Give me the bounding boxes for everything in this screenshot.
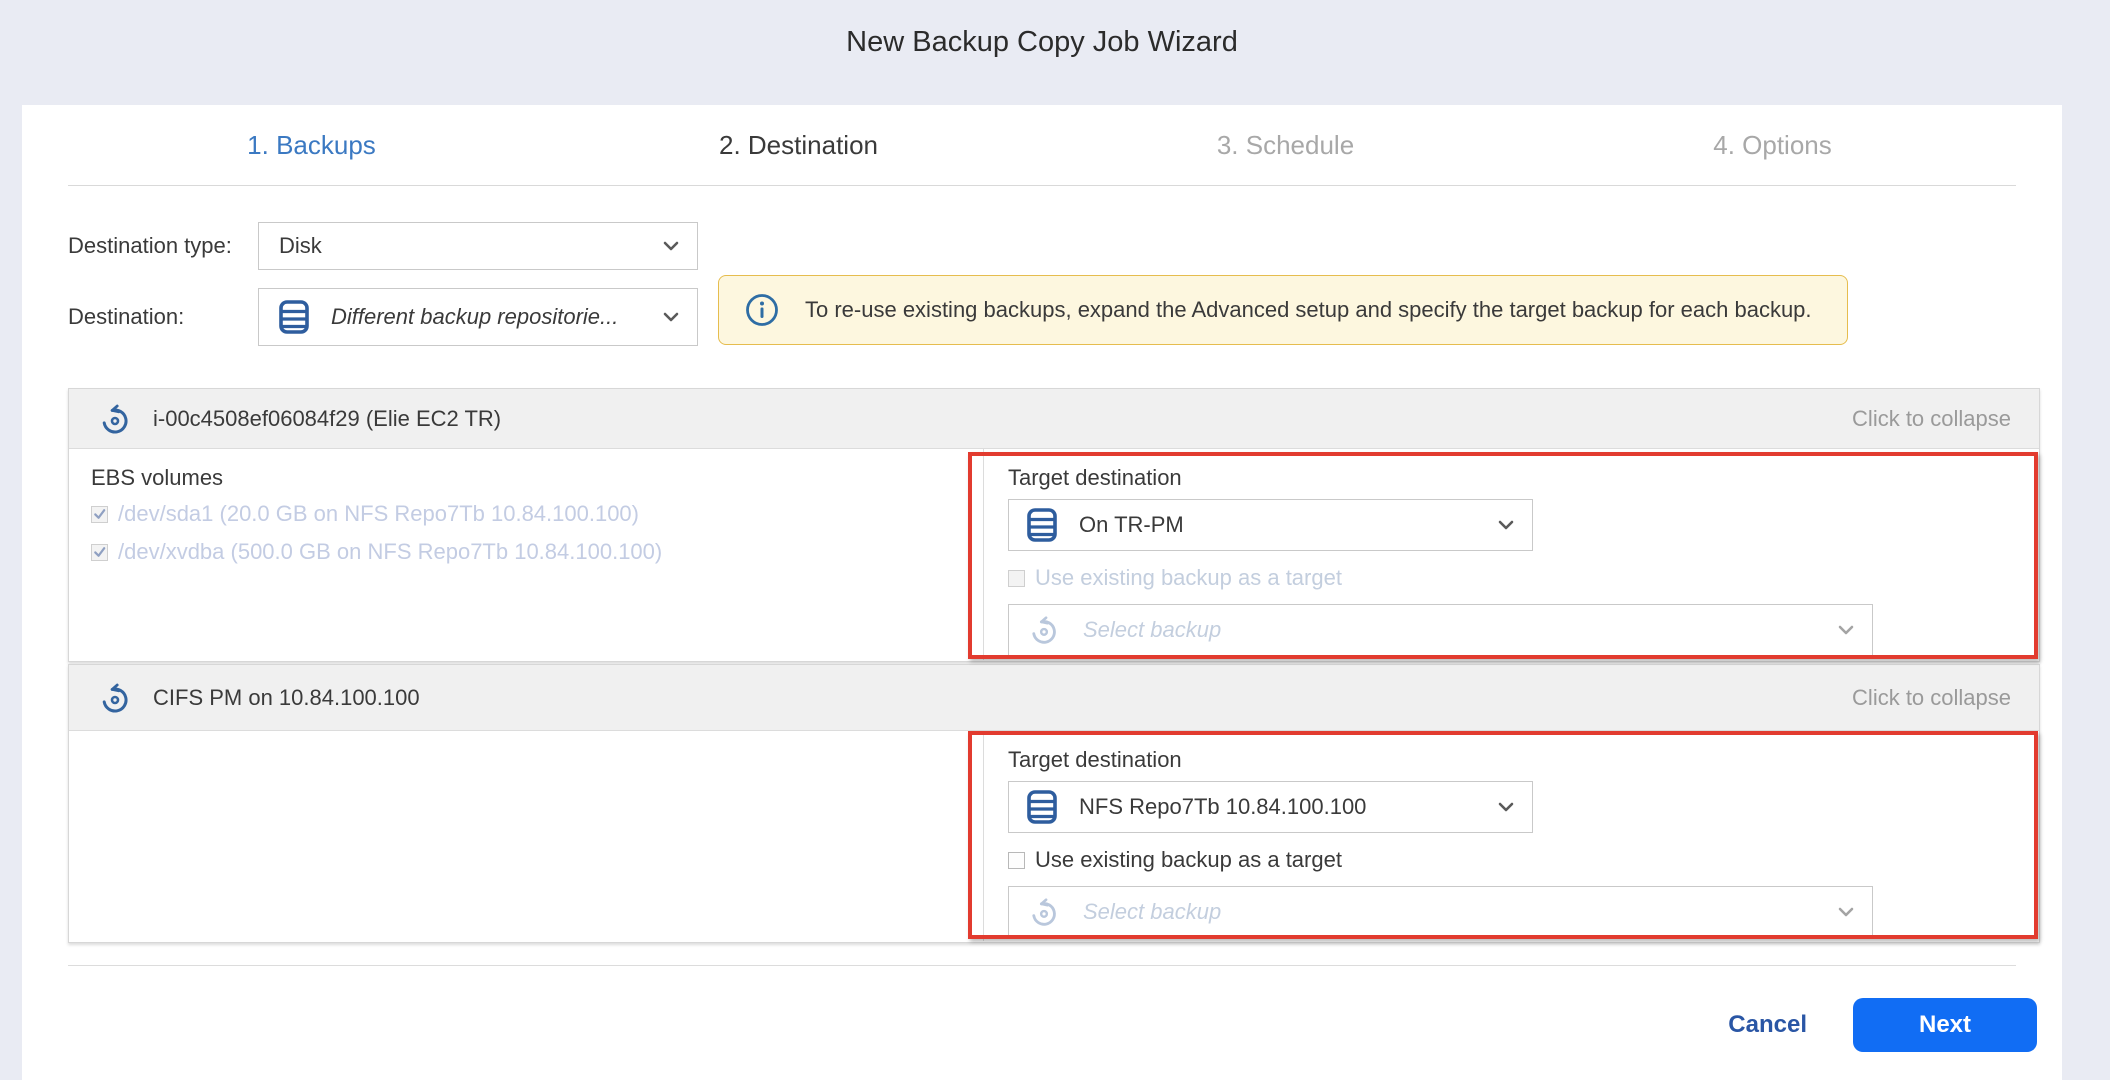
destination-select[interactable]: Different backup repositorie... — [258, 288, 698, 346]
select-backup-placeholder: Select backup — [1083, 899, 1221, 925]
volume-label: /dev/xvdba (500.0 GB on NFS Repo7Tb 10.8… — [118, 539, 662, 565]
backup-section-cifs: CIFS PM on 10.84.100.100 Click to collap… — [68, 664, 2040, 943]
backup-job-icon — [97, 680, 133, 716]
target-destination-label: Target destination — [1008, 465, 2039, 491]
target-destination-label: Target destination — [1008, 747, 2039, 773]
footer-divider — [68, 965, 2016, 966]
volume-checkbox-checked — [91, 506, 108, 523]
target-destination-value: On TR-PM — [1079, 512, 1184, 538]
backup-job-icon — [97, 401, 133, 437]
collapse-hint: Click to collapse — [1852, 685, 2011, 711]
next-button[interactable]: Next — [1853, 998, 2037, 1052]
chevron-down-icon — [1498, 520, 1514, 530]
target-destination-value: NFS Repo7Tb 10.84.100.100 — [1079, 794, 1366, 820]
destination-type-select[interactable]: Disk — [258, 222, 698, 270]
disk-stack-icon — [1027, 790, 1057, 824]
use-existing-checkbox — [1008, 570, 1025, 587]
volume-row: /dev/xvdba (500.0 GB on NFS Repo7Tb 10.8… — [91, 539, 961, 565]
chevron-down-icon — [1838, 625, 1854, 635]
volumes-title: EBS volumes — [91, 465, 961, 491]
footer-actions: Cancel Next — [1728, 998, 2037, 1052]
backup-job-icon — [1027, 895, 1061, 929]
cancel-button[interactable]: Cancel — [1728, 1011, 1807, 1039]
section-title: i-00c4508ef06084f29 (Elie EC2 TR) — [153, 406, 501, 432]
chevron-down-icon — [1838, 907, 1854, 917]
use-existing-backup-row: Use existing backup as a target — [1008, 565, 2039, 591]
destination-label: Destination: — [68, 304, 258, 330]
info-banner: To re-use existing backups, expand the A… — [718, 275, 1848, 345]
volume-row: /dev/sda1 (20.0 GB on NFS Repo7Tb 10.84.… — [91, 501, 961, 527]
use-existing-checkbox[interactable] — [1008, 852, 1025, 869]
backup-section-ec2: i-00c4508ef06084f29 (Elie EC2 TR) Click … — [68, 388, 2040, 662]
volume-checkbox-checked — [91, 544, 108, 561]
use-existing-backup-row: Use existing backup as a target — [1008, 847, 2039, 873]
destination-type-label: Destination type: — [68, 233, 258, 259]
section-header-cifs[interactable]: CIFS PM on 10.84.100.100 Click to collap… — [69, 665, 2039, 731]
select-backup-dropdown: Select backup — [1008, 886, 1873, 938]
use-existing-label: Use existing backup as a target — [1035, 565, 1342, 591]
chevron-down-icon — [1498, 802, 1514, 812]
step-backups[interactable]: 1. Backups — [68, 130, 555, 161]
target-destination-panel: Target destination On TR-PM Use existing… — [984, 449, 2039, 660]
section-header-ec2[interactable]: i-00c4508ef06084f29 (Elie EC2 TR) Click … — [69, 389, 2039, 449]
info-banner-text: To re-use existing backups, expand the A… — [805, 297, 1812, 323]
destination-type-value: Disk — [279, 233, 322, 259]
select-backup-placeholder: Select backup — [1083, 617, 1221, 643]
disk-stack-icon — [279, 300, 309, 334]
info-icon — [745, 293, 779, 327]
section-title: CIFS PM on 10.84.100.100 — [153, 685, 420, 711]
chevron-down-icon — [663, 241, 679, 251]
disk-stack-icon — [1027, 508, 1057, 542]
chevron-down-icon — [663, 312, 679, 322]
step-schedule: 3. Schedule — [1042, 130, 1529, 161]
volume-label: /dev/sda1 (20.0 GB on NFS Repo7Tb 10.84.… — [118, 501, 639, 527]
target-destination-select[interactable]: NFS Repo7Tb 10.84.100.100 — [1008, 781, 1533, 833]
step-options: 4. Options — [1529, 130, 2016, 161]
collapse-hint: Click to collapse — [1852, 406, 2011, 432]
empty-panel — [69, 731, 984, 941]
target-destination-panel: Target destination NFS Repo7Tb 10.84.100… — [984, 731, 2039, 941]
target-destination-select[interactable]: On TR-PM — [1008, 499, 1533, 551]
wizard-steps: 1. Backups 2. Destination 3. Schedule 4.… — [68, 105, 2016, 186]
select-backup-dropdown: Select backup — [1008, 604, 1873, 656]
wizard-panel: 1. Backups 2. Destination 3. Schedule 4.… — [22, 105, 2062, 1080]
step-destination: 2. Destination — [555, 130, 1042, 161]
backup-job-icon — [1027, 613, 1061, 647]
volumes-panel: EBS volumes /dev/sda1 (20.0 GB on NFS Re… — [69, 449, 984, 660]
destination-value: Different backup repositorie... — [331, 304, 618, 330]
use-existing-label: Use existing backup as a target — [1035, 847, 1342, 873]
page-title: New Backup Copy Job Wizard — [22, 26, 2062, 59]
